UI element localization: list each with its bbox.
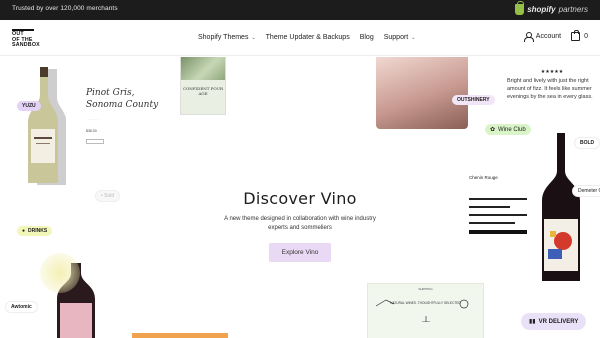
sold-tag: • Sold bbox=[95, 190, 121, 202]
wine-club-text: Wine Club bbox=[498, 126, 526, 133]
partners-text: partners bbox=[558, 5, 588, 14]
announcement-bar: Trusted by over 120,000 merchants shopif… bbox=[0, 0, 600, 20]
review-block: ★★★★★ Bright and lively with just the ri… bbox=[507, 69, 597, 101]
shopify-brand-text: shopify bbox=[527, 5, 556, 14]
main-nav: Shopify Themes ⌄ Theme Updater & Backups… bbox=[198, 34, 415, 41]
wine-pour-photo bbox=[376, 57, 468, 129]
drinks-badge: ● DRINKS bbox=[17, 226, 53, 236]
leaf-icon: ✿ bbox=[490, 127, 496, 133]
nav-label: Support bbox=[383, 34, 409, 41]
site-logo[interactable]: OUT OF THE SANDBOX bbox=[12, 29, 40, 49]
wine-club-badge: ✿ Wine Club bbox=[485, 124, 531, 135]
account-link[interactable]: Account bbox=[523, 32, 562, 42]
explore-vino-button[interactable]: Explore Vino bbox=[268, 243, 332, 262]
red-wine-bottle-image bbox=[536, 133, 586, 285]
nav-label: Shopify Themes bbox=[198, 34, 249, 41]
option-bar bbox=[469, 222, 516, 224]
drinks-icon: ● bbox=[22, 228, 26, 234]
nav-item-blog[interactable]: Blog bbox=[360, 34, 374, 41]
nav-item-theme-updater[interactable]: Theme Updater & Backups bbox=[266, 34, 350, 41]
hero-content: Discover Vino A new theme designed in co… bbox=[200, 189, 400, 262]
outshinery-label: OUTSHINERY bbox=[452, 95, 495, 105]
hero-title: Discover Vino bbox=[243, 189, 357, 208]
review-text: Bright and lively with just the right am… bbox=[507, 78, 593, 100]
chevron-down-icon: ⌄ bbox=[251, 34, 256, 41]
product-meta: · · · · · · · · bbox=[86, 117, 100, 121]
delivery-badge: ▮▮ VR DELIVERY bbox=[521, 313, 587, 330]
option-bar bbox=[469, 214, 527, 216]
product-detail-card: Pinot Gris, Sonoma County · · · · · · · … bbox=[86, 87, 166, 167]
option-bar bbox=[469, 206, 510, 208]
delivery-icon: ▮▮ bbox=[529, 319, 536, 325]
chenin-rouge-card: Chenin Rouge bbox=[469, 175, 527, 241]
awtomic-label: Awtomic bbox=[5, 301, 38, 313]
option-bar bbox=[469, 198, 527, 200]
cart-link[interactable]: 0 bbox=[571, 30, 588, 41]
demeter-label: Demeter Ce bbox=[572, 185, 600, 197]
shopify-partners-badge[interactable]: shopify partners bbox=[515, 1, 588, 15]
chenin-title: Chenin Rouge bbox=[469, 175, 498, 180]
nav-label: Blog bbox=[359, 34, 374, 41]
header-actions: Account 0 bbox=[523, 30, 588, 42]
poster-card: CONFIDENT POUR AGE bbox=[180, 57, 226, 115]
drinks-text: DRINKS bbox=[28, 228, 48, 234]
user-icon bbox=[523, 32, 534, 42]
orange-strip-card bbox=[132, 333, 228, 338]
add-to-cart-button[interactable] bbox=[469, 230, 527, 234]
announcement-text: Trusted by over 120,000 merchants bbox=[12, 5, 118, 12]
nav-item-support[interactable]: Support ⌄ bbox=[384, 34, 416, 41]
shopify-bag-icon bbox=[515, 1, 525, 15]
delivery-text: VR DELIVERY bbox=[538, 318, 579, 325]
site-header: OUT OF THE SANDBOX Shopify Themes ⌄ Them… bbox=[0, 20, 600, 56]
shipping-banner-card: SHIPPING NATURAL WINES. THOUGHTFULLY SEL… bbox=[367, 283, 484, 338]
white-wine-bottle-image bbox=[22, 67, 67, 187]
cart-count: 0 bbox=[584, 33, 588, 40]
rating-stars: ★★★★★ bbox=[540, 69, 564, 75]
product-price: $36.00 bbox=[86, 129, 97, 133]
nav-label: Theme Updater & Backups bbox=[265, 34, 350, 41]
bold-label: BOLD bbox=[574, 137, 600, 149]
yuzu-label: YUZU bbox=[17, 101, 41, 111]
chevron-down-icon: ⌄ bbox=[411, 34, 416, 41]
yellow-glow bbox=[40, 253, 80, 293]
hero-collage: YUZU Pinot Gris, Sonoma County · · · · ·… bbox=[0, 57, 600, 338]
wine-illustration-icon bbox=[375, 299, 469, 322]
poster-photo bbox=[181, 57, 225, 80]
poster-text: CONFIDENT POUR AGE bbox=[182, 86, 224, 96]
hero-description: A new theme designed in collaboration wi… bbox=[224, 216, 376, 231]
product-title: Pinot Gris, Sonoma County bbox=[86, 88, 159, 110]
shopping-bag-icon bbox=[571, 30, 581, 41]
quantity-stepper[interactable] bbox=[86, 139, 104, 144]
logo-line-3: SANDBOX bbox=[12, 42, 40, 49]
nav-item-shopify-themes[interactable]: Shopify Themes ⌄ bbox=[198, 34, 256, 41]
account-label: Account bbox=[535, 33, 562, 40]
banner-heading: SHIPPING bbox=[418, 287, 433, 291]
